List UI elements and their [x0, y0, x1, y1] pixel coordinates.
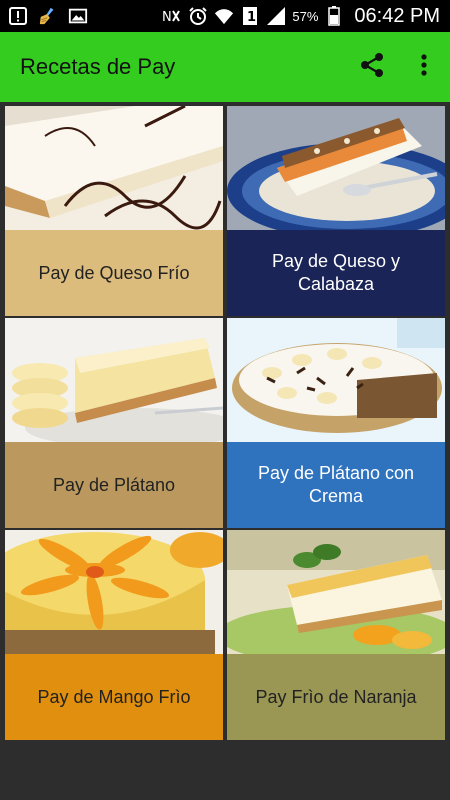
signal-icon	[266, 6, 286, 26]
wifi-icon	[214, 6, 234, 26]
recipe-image	[5, 318, 223, 442]
app-title: Recetas de Pay	[20, 54, 176, 79]
share-button[interactable]	[346, 32, 398, 102]
overflow-menu-button[interactable]	[398, 32, 450, 102]
recipe-label: Pay de Queso y Calabaza	[227, 230, 445, 316]
recipe-card[interactable]: Pay de Plátano con Crema	[227, 318, 445, 528]
nfc-icon: N	[162, 6, 182, 26]
recipe-card[interactable]: Pay de Queso Frío	[5, 106, 223, 316]
app-bar: Recetas de Pay	[0, 32, 450, 102]
recipe-label: Pay de Mango Frìo	[5, 654, 223, 740]
battery-percent: 57%	[292, 8, 319, 24]
status-time: 06:42 PM	[354, 4, 440, 27]
sim-icon: 1	[240, 6, 260, 26]
recipe-card[interactable]: Pay de Mango Frìo	[5, 530, 223, 740]
recipe-label: Pay de Queso Frío	[5, 230, 223, 316]
recipe-image	[5, 530, 223, 654]
sim-number: 1	[247, 10, 256, 25]
recipe-card[interactable]: Pay de Queso y Calabaza	[227, 106, 445, 316]
recipe-card[interactable]: Pay Frìo de Naranja	[227, 530, 445, 740]
image-icon	[68, 6, 88, 26]
cleaner-icon	[38, 6, 58, 26]
recipe-label: Pay de Plátano	[5, 442, 223, 528]
recipe-label: Pay de Plátano con Crema	[227, 442, 445, 528]
recipe-image	[227, 318, 445, 442]
battery-icon	[324, 6, 344, 26]
recipe-label: Pay Frìo de Naranja	[227, 654, 445, 740]
overflow-menu-icon	[420, 53, 428, 82]
alert-icon	[8, 6, 28, 26]
recipe-card[interactable]: Pay de Plátano	[5, 318, 223, 528]
alarm-icon	[188, 6, 208, 26]
recipe-image	[227, 530, 445, 654]
recipe-image	[227, 106, 445, 230]
recipe-image	[5, 106, 223, 230]
share-icon	[359, 52, 385, 83]
svg-text:N: N	[162, 10, 172, 25]
status-bar: N 1 57% 06:42 PM	[0, 0, 450, 32]
